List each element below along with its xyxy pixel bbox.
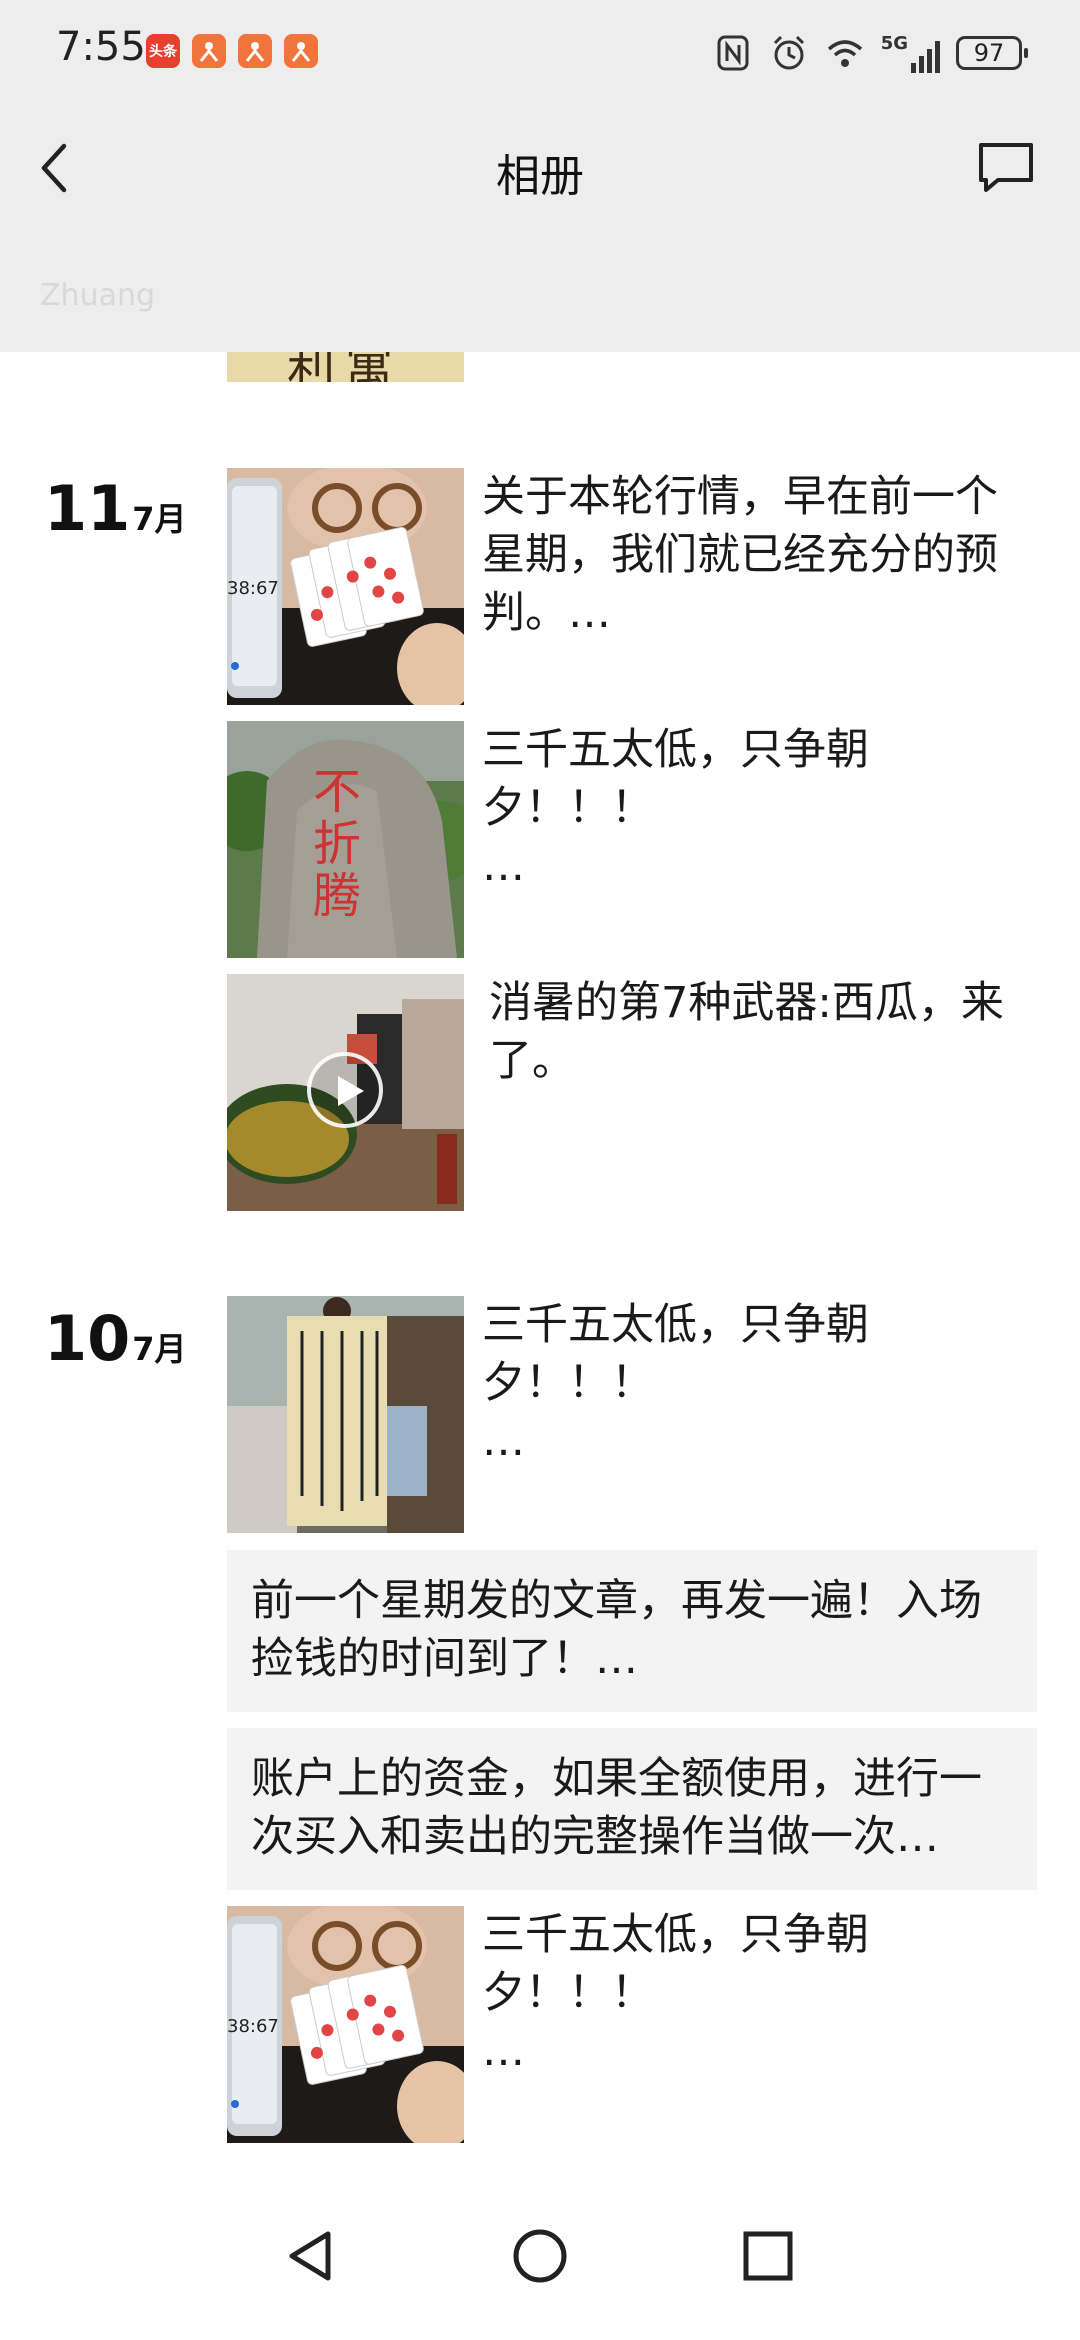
month-label: 7月 [132, 500, 187, 538]
post-caption: 消暑的第7种武器:西瓜，来了。 [489, 978, 1004, 1086]
toutiao-icon: 头条 [146, 34, 180, 68]
day-number: 10 [44, 1302, 131, 1375]
day-number: 11 [44, 472, 131, 545]
app-icon-1 [192, 34, 226, 68]
partial-thumbnail-text: 利寓 [287, 352, 404, 382]
post-item[interactable]: 消暑的第7种武器:西瓜，来了。 [227, 974, 1037, 1211]
wifi-icon [827, 40, 862, 67]
post-caption: 三千五太低，只争朝 夕！！！ … [482, 1910, 869, 2076]
header-bar: 相册 Zhuang [0, 110, 1080, 352]
date-label-10: 107月 [44, 1302, 187, 1375]
status-bar: 7:55 头条 5G 97 [0, 0, 1080, 110]
profile-name: Zhuang [40, 278, 156, 313]
text-post-card[interactable]: 前一个星期发的文章，再发一遍！入场捡钱的时间到了！… [227, 1550, 1037, 1712]
cards-photo: 38:67 [227, 1906, 464, 2143]
app-icon-2 [238, 34, 272, 68]
post-caption: 三千五太低，只争朝 夕！！！ … [482, 725, 869, 891]
date-label-11: 117月 [44, 472, 187, 545]
message-icon[interactable] [976, 140, 1036, 196]
app-icon-3 [284, 34, 318, 68]
network-label: 5G [880, 33, 908, 54]
phone-time: 38:67 [227, 2016, 279, 2037]
back-triangle-icon[interactable] [280, 2226, 340, 2286]
watermelon-video[interactable] [227, 974, 464, 1211]
post-item[interactable]: 38:67 关于本轮行情，早在前一个星期，我们就已经充分的预判。… [227, 468, 1037, 705]
system-nav-bar [0, 2180, 1080, 2340]
stone-char-1: 不折腾 [304, 766, 360, 922]
recents-square-icon[interactable] [738, 2226, 798, 2286]
text-post-card[interactable]: 账户上的资金，如果全额使用，进行一次买入和卖出的完整操作当做一次… [227, 1728, 1037, 1890]
alarm-icon [773, 35, 804, 70]
post-item[interactable]: 不折腾 三千五太低，只争朝 夕！！！ … [227, 721, 1037, 958]
month-label: 7月 [132, 1330, 187, 1368]
album-feed[interactable]: 利寓 117月 38:67 关于本轮行情，早在前一个星期，我们就已经充分的预判。… [0, 352, 1080, 2160]
phone-time: 38:67 [227, 578, 279, 599]
status-icons: 5G 97 [713, 30, 1028, 76]
page-title: 相册 [496, 151, 584, 202]
post-caption: 三千五太低，只争朝 夕！！！ … [482, 1300, 869, 1466]
cards-photo: 38:67 [227, 468, 464, 705]
nfc-icon [717, 35, 749, 71]
battery-indicator: 97 [956, 36, 1028, 70]
stone-photo: 不折腾 [227, 721, 464, 958]
calligraphy-photo [227, 1296, 464, 1533]
home-circle-icon[interactable] [510, 2226, 570, 2286]
post-item[interactable]: 38:67 三千五太低，只争朝 夕！！！ … [227, 1906, 1037, 2143]
play-icon[interactable] [307, 1052, 383, 1128]
status-time: 7:55 [56, 24, 146, 70]
post-caption: 关于本轮行情，早在前一个星期，我们就已经充分的预判。… [482, 472, 998, 638]
partial-thumbnail[interactable]: 利寓 [227, 352, 464, 382]
post-item[interactable]: 三千五太低，只争朝 夕！！！ … [227, 1296, 1037, 1533]
signal-5g: 5G [881, 33, 940, 73]
